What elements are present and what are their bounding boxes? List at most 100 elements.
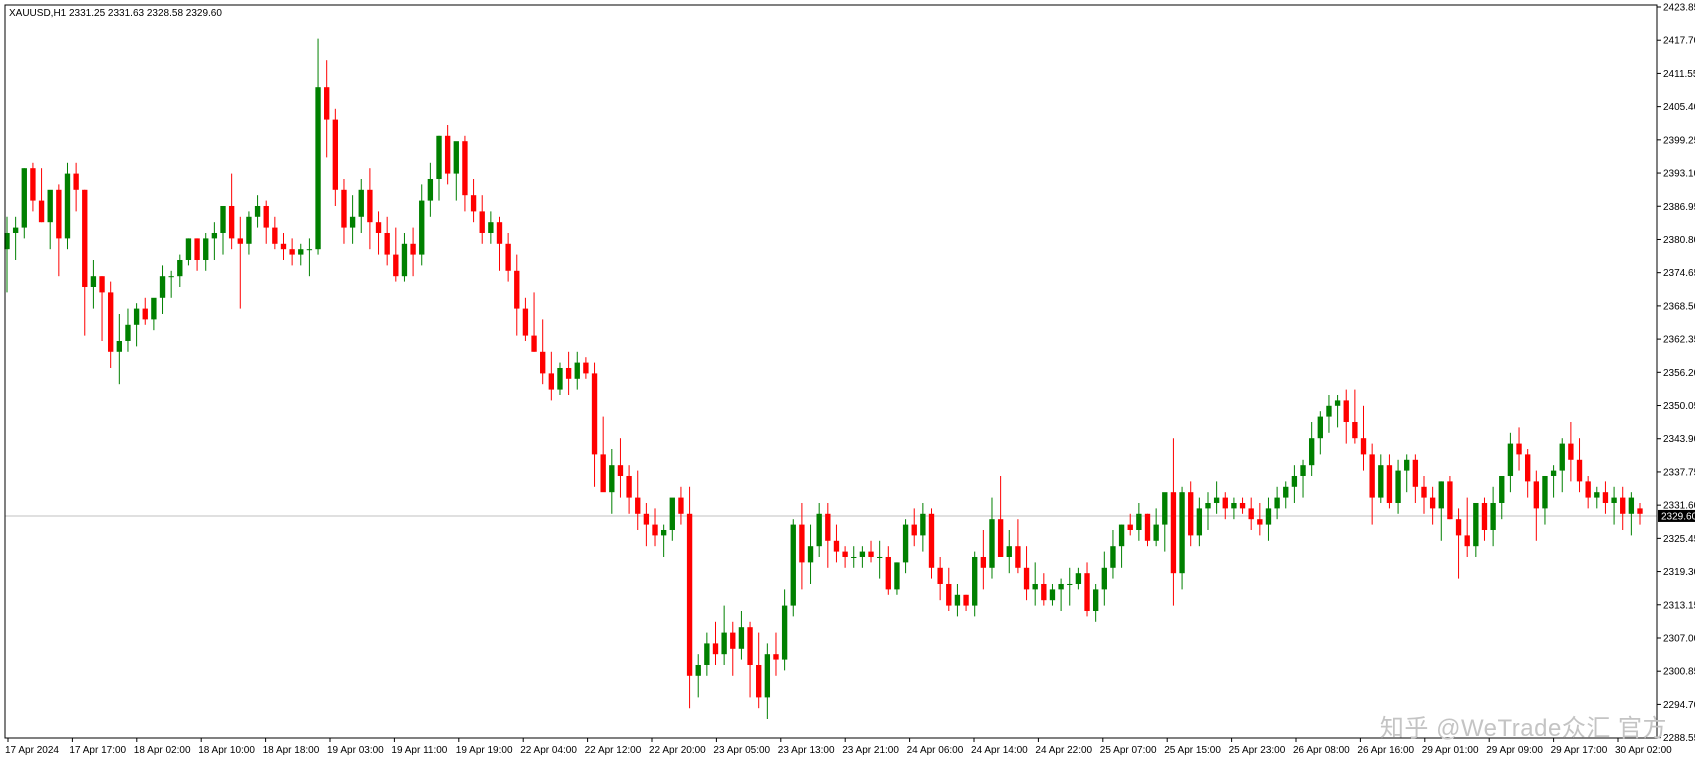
candle-body	[643, 513, 650, 525]
candle-body	[807, 546, 814, 563]
candle-body	[1611, 497, 1617, 503]
candle-body	[980, 556, 987, 568]
candle-body	[47, 189, 53, 223]
candle-body	[1274, 497, 1280, 509]
x-tick-label: 17 Apr 2024	[5, 745, 59, 756]
candle-body	[522, 308, 529, 336]
candle-body	[894, 562, 900, 590]
candle-body	[678, 497, 684, 514]
candle-body	[1464, 535, 1470, 547]
candle-body	[1499, 475, 1505, 503]
candle-body	[617, 465, 624, 476]
candle-body	[868, 551, 874, 557]
candle-body	[1516, 443, 1522, 455]
candle-body	[1067, 583, 1073, 585]
y-tick-label: 2325.45	[1663, 534, 1695, 545]
x-tick-label: 18 Apr 02:00	[134, 745, 191, 756]
candle-body	[1550, 470, 1557, 476]
candle-body	[514, 270, 520, 309]
candle-body	[799, 524, 805, 563]
candle-body	[1490, 502, 1496, 530]
candle-body	[851, 556, 857, 558]
candle-body	[159, 276, 166, 298]
candle-body	[246, 216, 252, 244]
x-tick-label: 23 Apr 21:00	[842, 745, 899, 756]
candle-body	[12, 227, 19, 233]
candle-body	[773, 654, 779, 660]
y-tick-label: 2313.15	[1663, 600, 1695, 611]
candle-body	[833, 540, 840, 552]
candle-body	[1257, 519, 1263, 525]
candle-body	[1421, 486, 1427, 498]
candle-body	[1386, 465, 1393, 503]
candle-body	[1196, 508, 1203, 536]
candle-body	[1092, 589, 1099, 611]
candle-body	[1265, 508, 1272, 525]
candle-body	[21, 168, 27, 228]
candle-body	[1404, 459, 1410, 471]
candle-body	[488, 222, 494, 233]
candle-body	[704, 643, 710, 665]
candle-body	[1576, 459, 1583, 482]
candle-body	[30, 168, 36, 201]
candle-body	[954, 594, 961, 606]
x-tick-label: 23 Apr 05:00	[713, 745, 770, 756]
y-tick-label: 2343.90	[1663, 434, 1695, 445]
candle-body	[937, 567, 943, 584]
y-tick-label: 2337.75	[1663, 467, 1695, 478]
candle-body	[1291, 475, 1298, 487]
candle-body	[90, 276, 97, 287]
candle-body	[1084, 573, 1090, 611]
candle-body	[263, 205, 269, 228]
candle-body	[695, 664, 701, 676]
x-tick-label: 24 Apr 14:00	[971, 745, 1028, 756]
candle-body	[38, 200, 45, 223]
candle-body	[82, 189, 88, 287]
candle-body	[920, 513, 926, 536]
candle-body	[341, 189, 347, 228]
candle-body	[1136, 513, 1142, 530]
candle-body	[1559, 443, 1565, 471]
candle-body	[1473, 502, 1479, 547]
candle-body	[1118, 524, 1125, 547]
candle-body	[436, 135, 442, 179]
candle-body	[1533, 481, 1539, 509]
y-tick-label: 2374.65	[1663, 268, 1695, 279]
x-tick-label: 29 Apr 17:00	[1551, 745, 1608, 756]
candle-body	[531, 335, 537, 352]
candle-body	[64, 173, 71, 239]
candle-body	[997, 519, 1004, 557]
candle-body	[1058, 583, 1064, 590]
candle-body	[548, 373, 555, 390]
price-chart[interactable]: 2423.85 2417.70 2411.55 2405.40 2399.25 2393.…	[0, 0, 1695, 759]
candle-body	[756, 664, 762, 698]
watermark-text: 知乎 @WeTrade众汇 官方	[1379, 715, 1667, 742]
candle-body	[479, 211, 485, 233]
candle-body	[1075, 573, 1082, 584]
candle-body	[1162, 492, 1168, 525]
candle-body	[816, 513, 822, 547]
candle-body	[660, 529, 667, 536]
candle-body	[358, 189, 364, 217]
y-tick-label: 2411.55	[1663, 69, 1695, 80]
x-tick-label: 18 Apr 10:00	[198, 745, 255, 756]
candle-body	[963, 594, 969, 606]
ohlc-readout: 2331.25 2331.63 2328.58 2329.60	[69, 8, 222, 19]
y-tick-label: 2300.85	[1663, 667, 1695, 678]
current-price-tag: 2329.60	[1658, 509, 1695, 522]
candle-body	[1568, 443, 1574, 460]
candle-body	[108, 292, 114, 352]
candle	[686, 486, 693, 709]
candle-body	[738, 627, 745, 649]
candle-body	[928, 513, 935, 568]
x-tick-label: 23 Apr 13:00	[778, 745, 835, 756]
candle-body	[1127, 524, 1133, 530]
y-tick-label: 2380.80	[1663, 235, 1695, 246]
price-tag-label: 2329.60	[1661, 511, 1695, 522]
candle-body	[1300, 465, 1306, 476]
y-tick-label: 2386.95	[1663, 202, 1695, 213]
candle-body	[367, 189, 373, 223]
candle-body	[1188, 492, 1194, 536]
candle-body	[211, 232, 218, 239]
candle-body	[133, 308, 140, 325]
